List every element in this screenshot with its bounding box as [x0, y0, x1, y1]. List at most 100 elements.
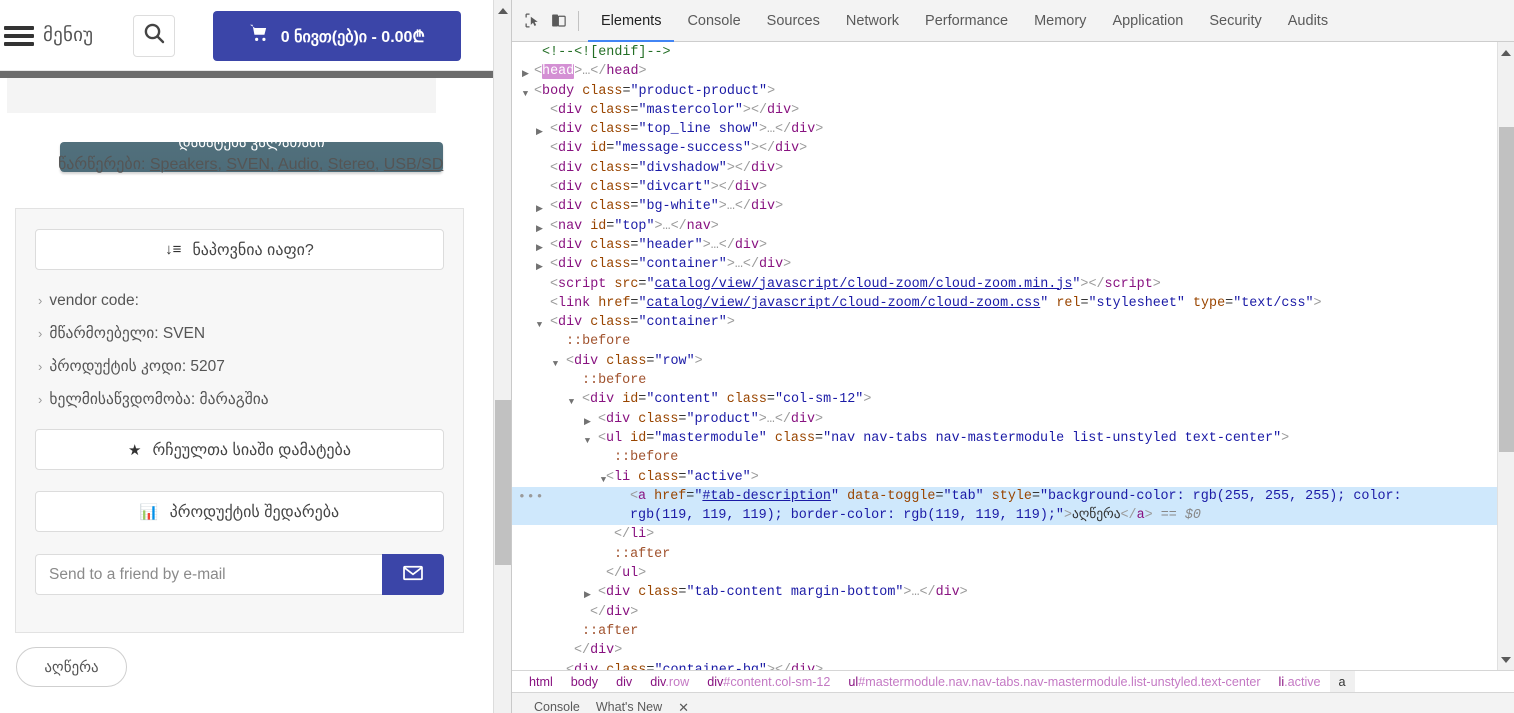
tab-memory[interactable]: Memory — [1021, 0, 1099, 42]
breadcrumb-item[interactable]: li.active — [1270, 675, 1330, 689]
dom-tree-line[interactable]: <div class="container">…</div> — [512, 255, 1498, 274]
dom-tree-line[interactable]: ••• <a href="#tab-description" data-toggl… — [512, 486, 1498, 507]
compare-button[interactable]: 📊 პროდუქტის შედარება — [35, 491, 444, 532]
dom-tree-line[interactable]: ::before — [512, 371, 1498, 390]
dom-tree-line[interactable]: <div class="divshadow"></div> — [512, 159, 1498, 178]
browser-page-pane: მენიუ 0 ნივთ(ებ)ი - 0.00₾ დამატება კალათ… — [0, 0, 511, 713]
dom-tree-line[interactable]: <link href="catalog/view/javascript/clou… — [512, 294, 1498, 313]
tab-elements[interactable]: Elements — [588, 0, 674, 42]
chevron-right-icon: › — [38, 392, 43, 407]
scroll-up-arrow-icon[interactable] — [498, 8, 508, 14]
bar-chart-icon: 📊 — [139, 503, 159, 521]
tag-link[interactable]: Speakers — [150, 156, 218, 173]
cart-label: 0 ნივთ(ებ)ი - 0.00₾ — [280, 28, 425, 46]
dom-tree-line[interactable]: <body class="product-product"> — [512, 82, 1498, 101]
dom-tree-line[interactable]: <script src="catalog/view/javascript/clo… — [512, 275, 1498, 294]
tab-sources[interactable]: Sources — [754, 0, 833, 42]
dom-tree-line[interactable]: <div id="message-success"></div> — [512, 139, 1498, 158]
devtools-scrollbar[interactable] — [1497, 42, 1514, 671]
breadcrumb-item[interactable]: ul#mastermodule.nav.nav-tabs.nav-masterm… — [839, 675, 1269, 689]
dom-tree-line[interactable]: <div class="header">…</div> — [512, 236, 1498, 255]
wishlist-label: რჩეულთა სიაში დამატება — [152, 441, 351, 459]
spec-text: პროდუქტის კოდი: 5207 — [49, 358, 225, 375]
dom-tree-line[interactable]: </li> — [512, 525, 1498, 544]
header-divider-strip — [0, 70, 493, 78]
dom-tree-line[interactable]: </div> — [512, 603, 1498, 622]
tag-link[interactable]: Stereo — [328, 156, 375, 173]
tab-application[interactable]: Application — [1099, 0, 1196, 42]
dom-tree-line[interactable]: <ul id="mastermodule" class="nav nav-tab… — [512, 429, 1498, 448]
tag-link[interactable]: SVEN — [226, 156, 270, 173]
tab-performance[interactable]: Performance — [912, 0, 1021, 42]
dom-tree-line[interactable]: <div class="bg-white">…</div> — [512, 197, 1498, 216]
send-to-friend-input[interactable] — [35, 554, 382, 595]
tag-link[interactable]: USB/SD — [384, 156, 444, 173]
envelope-icon — [402, 562, 424, 587]
dom-tree-line[interactable]: <head>…</head> — [512, 62, 1498, 81]
dom-tree-line[interactable]: rgb(119, 119, 119); border-color: rgb(11… — [512, 506, 1498, 526]
tab-network[interactable]: Network — [833, 0, 912, 42]
devtools-tabs: Elements Console Sources Network Performance… — [588, 0, 1341, 42]
tab-security[interactable]: Security — [1196, 0, 1274, 42]
devtools-scroll-thumb[interactable] — [1499, 127, 1514, 452]
description-tab-label: აღწერა — [44, 659, 99, 676]
drawer-tab[interactable]: What's New — [596, 700, 662, 713]
cart-button[interactable]: 0 ნივთ(ებ)ი - 0.00₾ — [213, 10, 462, 61]
dom-tree-line[interactable]: <div id="content" class="col-sm-12"> — [512, 390, 1498, 409]
spec-row: › ხელმისაწვდომობა: მარაგშია — [38, 390, 463, 409]
breadcrumb-item[interactable]: body — [562, 675, 607, 689]
menu-label[interactable]: მენიუ — [43, 24, 93, 47]
breadcrumb-item[interactable]: div#content.col-sm-12 — [698, 675, 839, 689]
product-spec-list: › vendor code: › მწარმოებელი: SVEN › პროდუქტი… — [38, 292, 463, 409]
dom-tree-line[interactable]: <div class="top_line show">…</div> — [512, 120, 1498, 139]
dom-tree-line[interactable]: <div class="mastercolor"></div> — [512, 101, 1498, 120]
dom-tree-line[interactable]: <div class="product">…</div> — [512, 410, 1498, 429]
dom-tree-line[interactable]: <div class="row"> — [512, 352, 1498, 371]
tag-separator: , — [269, 156, 278, 173]
breadcrumb-item[interactable]: a — [1329, 670, 1355, 693]
dom-tree-line[interactable]: <div class="container"> — [512, 313, 1498, 332]
description-tab-pill[interactable]: აღწერა — [16, 647, 127, 687]
dom-tree-line[interactable]: </div> — [512, 641, 1498, 660]
dom-tree-line[interactable]: <!--<![endif]--> — [512, 43, 1498, 62]
inspect-element-icon[interactable] — [519, 8, 545, 34]
tab-console[interactable]: Console — [674, 0, 753, 42]
site-header: მენიუ 0 ნივთ(ებ)ი - 0.00₾ — [0, 1, 493, 71]
devtools-panel: Elements Console Sources Network Performance… — [511, 0, 1514, 713]
spec-row: › მწარმოებელი: SVEN — [38, 324, 463, 343]
dom-tree-line[interactable]: ::after — [512, 622, 1498, 641]
dom-tree-line[interactable]: ::after — [512, 545, 1498, 564]
chevron-right-icon: › — [38, 326, 43, 341]
dom-tree-line[interactable]: ::before — [512, 448, 1498, 467]
found-cheaper-button[interactable]: ↓≡ ნაპოვნია იაფი? — [35, 229, 444, 270]
close-icon[interactable]: ✕ — [678, 700, 689, 713]
tag-separator: , — [318, 156, 328, 173]
drawer-tab[interactable]: Console — [534, 700, 580, 713]
dom-tree-line[interactable]: <div class="divcart"></div> — [512, 178, 1498, 197]
dom-tree-view[interactable]: <!--<![endif]--><head>…</head><body clas… — [512, 42, 1498, 671]
tab-audits[interactable]: Audits — [1275, 0, 1341, 42]
wishlist-button[interactable]: ★ რჩეულთა სიაში დამატება — [35, 429, 444, 470]
dom-tree-line[interactable]: </ul> — [512, 564, 1498, 583]
page-scroll-thumb[interactable] — [495, 400, 511, 565]
scroll-down-arrow-icon[interactable] — [1501, 657, 1511, 663]
breadcrumb-item[interactable]: div — [607, 675, 641, 689]
device-toolbar-icon[interactable] — [545, 8, 571, 34]
dom-tree-line[interactable]: ::before — [512, 332, 1498, 351]
hamburger-menu-icon[interactable] — [4, 25, 34, 46]
shopping-cart-icon — [249, 24, 269, 48]
breadcrumb-item[interactable]: html — [520, 675, 562, 689]
tag-link[interactable]: Audio — [278, 156, 319, 173]
dom-tree-line[interactable]: <div class="tab-content margin-bottom">…… — [512, 583, 1498, 602]
tags-label: წარწერები: — [58, 156, 146, 173]
sort-list-icon: ↓≡ — [165, 241, 182, 258]
send-email-button[interactable] — [382, 554, 444, 595]
search-button[interactable] — [133, 14, 176, 57]
expand-ellipsis-icon[interactable]: ••• — [518, 487, 544, 506]
breadcrumb-item[interactable]: div.row — [641, 675, 698, 689]
scroll-up-arrow-icon[interactable] — [1501, 50, 1511, 56]
dom-tree-line[interactable]: <li class="active"> — [512, 468, 1498, 487]
spec-row: › პროდუქტის კოდი: 5207 — [38, 357, 463, 376]
page-vertical-scrollbar[interactable] — [493, 0, 511, 713]
dom-tree-line[interactable]: <nav id="top">…</nav> — [512, 217, 1498, 236]
